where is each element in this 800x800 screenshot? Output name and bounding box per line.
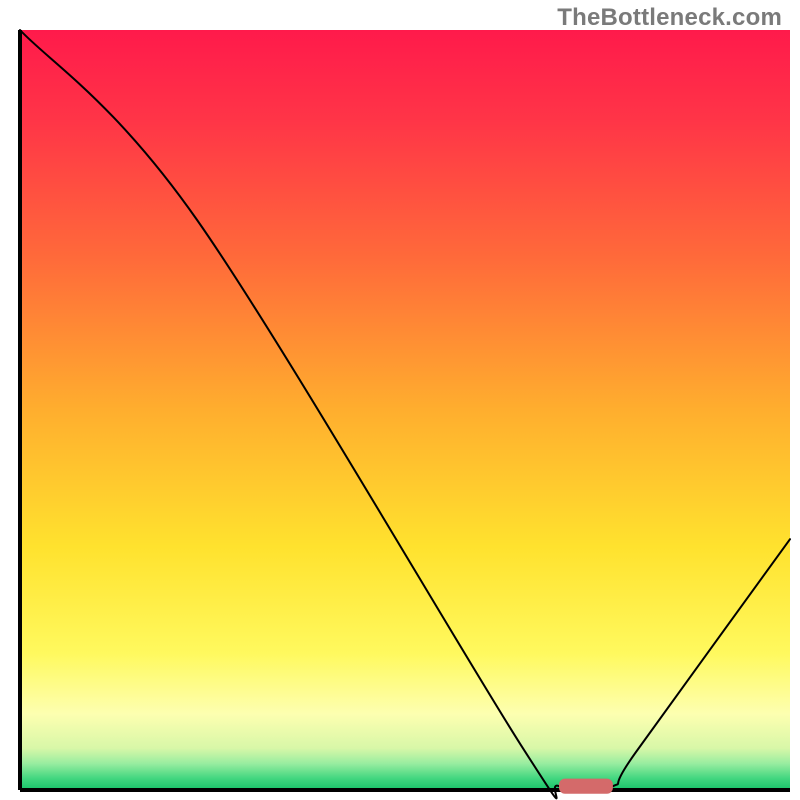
- plot-background: [20, 30, 790, 790]
- watermark-text: TheBottleneck.com: [557, 4, 782, 32]
- optimal-marker: [559, 779, 613, 794]
- bottleneck-chart: [0, 0, 800, 800]
- chart-frame: TheBottleneck.com: [0, 0, 800, 800]
